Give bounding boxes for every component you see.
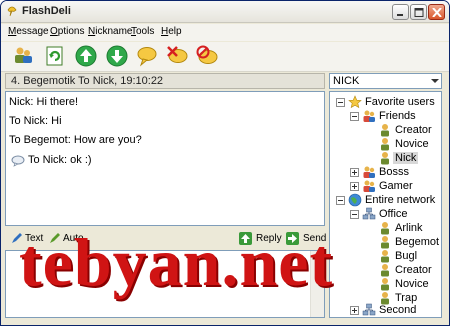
menu-tools[interactable]: Tools [131,26,154,37]
refresh-button[interactable] [43,44,69,70]
chat-message: To Nick: Hi [9,115,62,127]
tree-label: Favorite users [365,96,435,108]
users-icon [15,47,32,63]
nick-select[interactable]: NICK [329,73,442,89]
menu-options[interactable]: Options [50,26,84,37]
user-icon [381,124,389,137]
minimize-button[interactable] [392,4,409,20]
tree-label: Arlink [395,222,423,234]
user-icon [381,278,389,291]
group-icon [363,180,375,192]
tree-label: Begemot [395,236,440,248]
user-icon [381,222,389,235]
chat-message: To Begemot: How are you? [9,134,142,146]
network-icon [362,303,376,316]
title-bar[interactable]: FlashDeli [1,1,449,23]
arrow-up-icon [75,45,97,67]
close-button[interactable] [428,4,445,20]
expand-icon[interactable] [350,182,359,191]
nick-select-dropdown-button[interactable] [429,74,441,88]
menu-help[interactable]: Help [161,26,182,37]
app-icon [7,6,17,17]
star-icon [348,95,362,109]
minimize-icon [397,14,403,16]
group-icon [363,110,375,122]
maximize-button[interactable] [410,4,427,20]
tree-node-office[interactable]: Office [350,207,440,221]
tree-node-user[interactable]: Novice [366,137,441,151]
users-button[interactable] [11,44,37,70]
maximize-icon [414,8,424,17]
tree-label: Creator [395,124,432,136]
collapse-icon[interactable] [336,98,345,107]
collapse-icon[interactable] [336,196,345,205]
menu-bar: Message Options Nickname Tools Help [1,24,449,41]
tree-node-user[interactable]: Novice [366,277,441,291]
menu-nickname[interactable]: Nickname [88,26,132,37]
tree-node-user[interactable]: Begemot [366,235,441,249]
tree-node-user[interactable]: Creator [366,263,441,277]
user-icon [381,250,389,263]
chevron-down-icon [431,79,439,83]
tree-node-gamer[interactable]: Gamer [350,179,440,193]
tree-node-friends[interactable]: Friends [350,109,440,123]
tree-label: Bugl [395,250,418,262]
tree-node-user[interactable]: Creator [366,123,441,137]
user-icon [381,236,389,249]
message-button[interactable] [135,44,161,70]
collapse-icon[interactable] [350,210,359,219]
collapse-icon[interactable] [350,112,359,121]
ignore-button[interactable] [195,44,221,70]
menu-message[interactable]: Message [8,26,49,37]
move-up-button[interactable] [74,44,100,70]
tree-label: Nick [393,152,419,164]
message-icon [137,47,157,67]
window-title: FlashDeli [22,5,71,17]
tree-label: Creator [395,264,432,276]
watermark-text: tebyan.net [19,224,334,300]
tree-node-user[interactable]: Arlink [366,221,441,235]
sent-message-icon [11,155,25,167]
tree-node-user-selected[interactable]: Nick [366,151,441,165]
delete-message-button[interactable] [165,44,191,70]
tree-label: Gamer [379,180,413,192]
tree-node-favorite-users[interactable]: Favorite users [336,95,441,109]
nick-select-value: NICK [333,75,360,87]
tree-label: Novice [395,278,429,290]
tree-label: Entire network [365,194,436,206]
refresh-icon [46,46,63,66]
tree-label: Novice [395,138,429,150]
toolbar [1,42,449,72]
tree-label: Bosss [379,166,409,178]
ignore-icon [196,45,218,64]
chat-history[interactable]: Nick: Hi there! To Nick: Hi To Begemot: … [5,91,325,226]
conversation-header: 4. Begemotik To Nick, 19:10:22 [5,73,325,89]
tree-node-second[interactable]: Second [350,303,440,317]
arrow-down-icon [106,45,128,67]
network-icon [362,207,376,220]
tree-label: Second [379,304,417,316]
expand-icon[interactable] [350,306,359,315]
contact-tree: Favorite users Friends Creator Novice Ni… [329,91,442,318]
delete-message-icon [167,46,188,63]
globe-icon [348,193,362,207]
close-icon [432,8,442,17]
app-window: FlashDeli Message Options Nickname Tools… [0,0,450,326]
tree-node-bosss[interactable]: Bosss [350,165,440,179]
group-icon [363,166,375,178]
user-icon [381,138,389,151]
move-down-button[interactable] [105,44,131,70]
expand-icon[interactable] [350,168,359,177]
user-icon [381,152,389,165]
chat-message: To Nick: ok :) [28,154,92,166]
tree-node-user[interactable]: Bugl [366,249,441,263]
tree-label: Friends [379,110,416,122]
tree-node-entire-network[interactable]: Entire network [336,193,441,207]
user-icon [381,264,389,277]
chat-message: Nick: Hi there! [9,96,79,108]
tree-label: Office [379,208,408,220]
conversation-header-text: 4. Begemotik To Nick, 19:10:22 [11,75,164,87]
